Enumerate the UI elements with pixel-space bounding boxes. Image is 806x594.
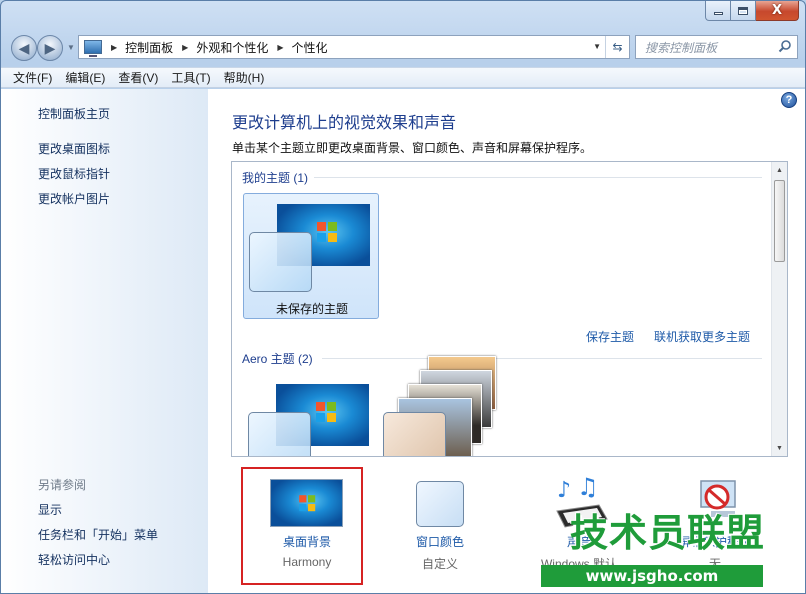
aero-themes-group-label: Aero 主题 (2)	[242, 352, 313, 366]
svg-text:♪: ♪	[557, 478, 571, 503]
sidebar-link-account-picture[interactable]: 更改帐户图片	[38, 190, 110, 207]
menu-edit[interactable]: 编辑(E)	[65, 69, 105, 86]
window-color-swatch	[416, 481, 464, 527]
window-color-setting[interactable]: 窗口颜色 自定义	[380, 475, 500, 585]
breadcrumb-control-panel[interactable]: 控制面板	[125, 39, 173, 56]
menu-file[interactable]: 文件(F)	[13, 69, 52, 86]
address-bar[interactable]: ▶ 控制面板 ▶ 外观和个性化 ▶ 个性化 ▼ ⇆	[78, 35, 630, 59]
refresh-icon: ⇆	[612, 40, 623, 54]
forward-button[interactable]: ▶	[37, 35, 63, 61]
get-more-themes-link[interactable]: 联机获取更多主题	[654, 328, 750, 345]
theme-color-swatch	[249, 232, 312, 292]
maximize-button[interactable]	[731, 1, 756, 21]
sidebar-link-ease-of-access[interactable]: 轻松访问中心	[38, 551, 110, 568]
close-button[interactable]: X	[756, 1, 799, 21]
theme-tile-landscapes[interactable]	[378, 356, 514, 456]
maximize-icon	[738, 6, 748, 15]
back-button[interactable]: ◀	[11, 35, 37, 61]
desktop-background-value: Harmony	[282, 555, 332, 569]
sidebar-link-desktop-icons[interactable]: 更改桌面图标	[38, 140, 110, 157]
recent-pages-dropdown[interactable]: ▼	[67, 43, 75, 52]
scroll-down-arrow-icon[interactable]: ▼	[772, 440, 787, 456]
sidebar-link-display[interactable]: 显示	[38, 501, 62, 518]
theme-tile-label: 未保存的主题	[275, 302, 348, 316]
theme-tile-windows7[interactable]	[243, 374, 379, 456]
save-theme-link[interactable]: 保存主题	[586, 328, 634, 345]
caption-buttons: X	[705, 1, 799, 21]
search-input[interactable]: 搜索控制面板	[645, 39, 717, 56]
window-color-value: 自定义	[421, 557, 458, 571]
menu-tools[interactable]: 工具(T)	[171, 69, 210, 86]
breadcrumb-separator-icon[interactable]: ▶	[277, 43, 283, 52]
theme-color-swatch	[248, 412, 311, 456]
menu-view[interactable]: 查看(V)	[118, 69, 158, 86]
site-watermark-url: www.jsgho.com	[541, 565, 763, 587]
site-watermark: 技术员联盟	[569, 511, 765, 555]
close-icon: X	[771, 3, 783, 18]
theme-tile-unsaved[interactable]: 未保存的主题	[243, 193, 379, 319]
task-sidebar: 控制面板主页 更改桌面图标 更改鼠标指针 更改帐户图片 另请参阅 显示 任务栏和…	[1, 89, 208, 593]
windows-logo-icon	[299, 495, 317, 513]
search-box[interactable]: 搜索控制面板	[635, 35, 798, 59]
theme-list: 我的主题 (1) 未保存的主题 保存主题 联机获取更多主题 Aero 主题 (2…	[231, 161, 788, 457]
desktop-background-thumbnail	[270, 479, 343, 527]
search-icon[interactable]	[778, 39, 792, 53]
group-divider	[322, 358, 762, 359]
group-divider	[314, 177, 762, 178]
forward-arrow-icon: ▶	[44, 39, 56, 56]
see-also-heading: 另请参阅	[38, 478, 87, 492]
page-title: 更改计算机上的视觉效果和声音	[232, 115, 457, 132]
help-icon[interactable]: ?	[781, 92, 797, 108]
refresh-button[interactable]: ⇆	[605, 36, 629, 58]
svg-text:♫: ♫	[577, 475, 599, 501]
control-panel-icon	[84, 40, 102, 57]
desktop-background-setting[interactable]: 桌面背景 Harmony	[247, 475, 367, 585]
theme-color-swatch	[383, 412, 446, 456]
sidebar-link-control-panel-home[interactable]: 控制面板主页	[38, 105, 110, 122]
my-themes-group-label: 我的主题 (1)	[242, 171, 309, 185]
breadcrumb-separator-icon[interactable]: ▶	[111, 43, 117, 52]
control-panel-window: X ◀ ▶ ▼ ▶ 控制面板 ▶ 外观和个性化 ▶ 个性化 ▼ ⇆ 搜索控制面板…	[0, 0, 806, 594]
windows-logo-icon	[316, 402, 338, 424]
breadcrumb-separator-icon[interactable]: ▶	[182, 43, 188, 52]
window-color-label: 窗口颜色	[415, 535, 464, 549]
back-arrow-icon: ◀	[18, 39, 30, 56]
page-description: 单击某个主题立即更改桌面背景、窗口颜色、声音和屏幕保护程序。	[232, 141, 593, 155]
minimize-button[interactable]	[705, 1, 731, 21]
menu-help[interactable]: 帮助(H)	[224, 69, 265, 86]
sidebar-link-mouse-pointers[interactable]: 更改鼠标指针	[38, 165, 110, 182]
minimize-icon	[713, 12, 723, 15]
desktop-background-label: 桌面背景	[282, 535, 331, 549]
scroll-up-arrow-icon[interactable]: ▲	[772, 162, 787, 178]
breadcrumb-personalization[interactable]: 个性化	[292, 39, 328, 56]
menu-bar: 文件(F) 编辑(E) 查看(V) 工具(T) 帮助(H)	[1, 67, 805, 88]
navigation-bar: ◀ ▶ ▼ ▶ 控制面板 ▶ 外观和个性化 ▶ 个性化 ▼ ⇆ 搜索控制面板	[1, 29, 805, 65]
theme-list-scrollbar[interactable]: ▲ ▼	[771, 162, 787, 456]
sidebar-link-taskbar-start[interactable]: 任务栏和「开始」菜单	[38, 526, 158, 543]
breadcrumb-appearance[interactable]: 外观和个性化	[196, 39, 268, 56]
address-history-dropdown-icon[interactable]: ▼	[593, 42, 601, 51]
scroll-thumb[interactable]	[774, 180, 785, 262]
windows-logo-icon	[317, 222, 339, 244]
